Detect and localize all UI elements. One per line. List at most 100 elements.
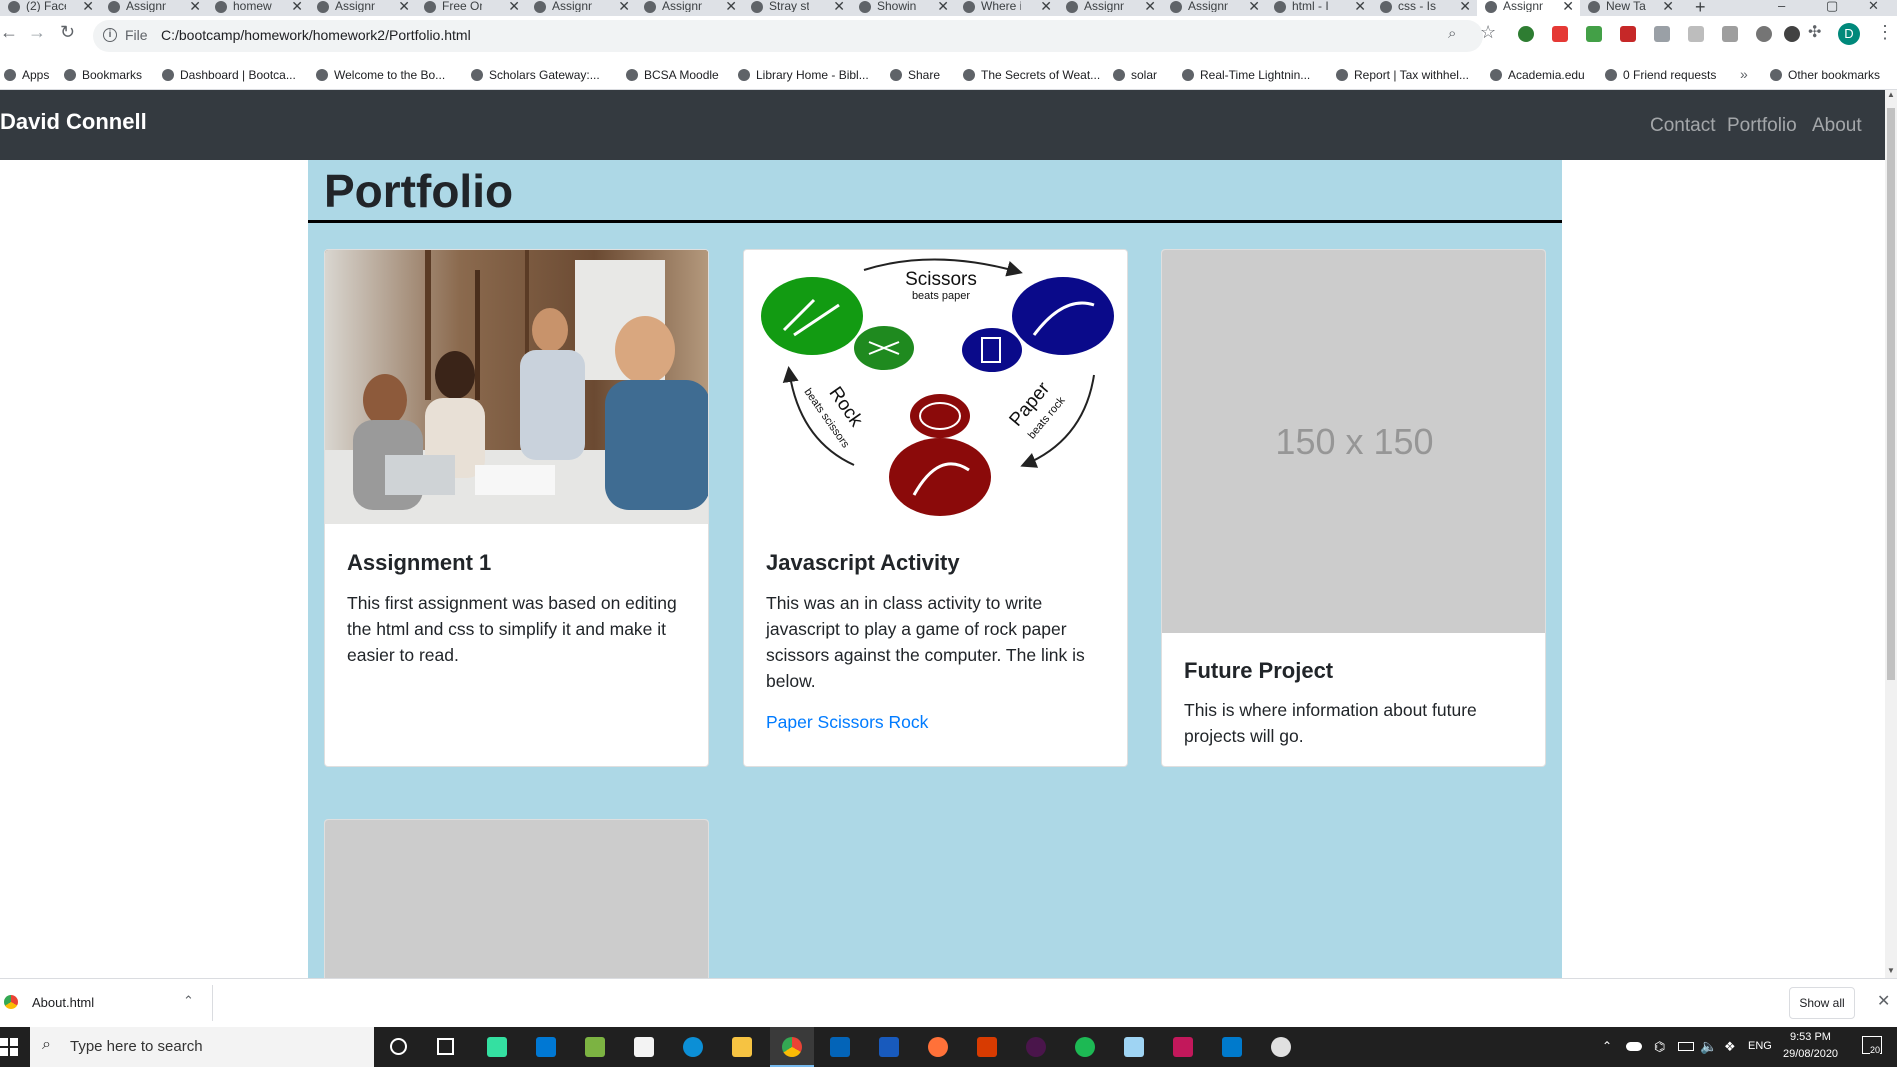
paint-icon[interactable] xyxy=(1271,1037,1291,1057)
cortana-icon[interactable] xyxy=(390,1038,407,1055)
scrollbar-thumb[interactable] xyxy=(1887,108,1895,680)
extension-icon[interactable] xyxy=(1586,26,1602,42)
chevron-up-icon[interactable]: ⌃ xyxy=(1602,1039,1612,1053)
slack-icon[interactable] xyxy=(1026,1037,1046,1057)
tab-close-icon[interactable]: ✕ xyxy=(1459,0,1471,13)
window-close-icon[interactable]: ✕ xyxy=(1868,0,1879,14)
extension-icon[interactable] xyxy=(1722,26,1738,42)
bookmark-item[interactable]: 0 Friend requests xyxy=(1605,68,1716,82)
navbar-brand[interactable]: David Connell xyxy=(0,109,147,135)
bookmark-item[interactable]: Scholars Gateway:... xyxy=(471,68,600,82)
reload-icon[interactable]: ↻ xyxy=(60,22,75,43)
extension-icon[interactable] xyxy=(1756,26,1772,42)
nav-link-about[interactable]: About xyxy=(1812,115,1862,137)
browser-tab[interactable]: homew ✕ xyxy=(207,0,309,16)
paper-scissors-rock-link[interactable]: Paper Scissors Rock xyxy=(766,712,928,733)
dropbox-icon[interactable]: ❖ xyxy=(1724,1039,1736,1055)
browser-tab[interactable]: (2) Face ✕ xyxy=(0,0,100,16)
tab-close-icon[interactable]: ✕ xyxy=(189,0,201,13)
tab-close-icon[interactable]: ✕ xyxy=(291,0,303,13)
bookmark-item[interactable]: BCSA Moodle xyxy=(626,68,719,82)
extension-icon[interactable] xyxy=(1784,26,1800,42)
tab-close-icon[interactable]: ✕ xyxy=(82,0,94,13)
clock-date[interactable]: 29/08/2020 xyxy=(1783,1048,1838,1060)
bookmark-item[interactable]: Apps xyxy=(4,68,49,82)
menu-icon[interactable]: ⋮ xyxy=(1876,22,1894,43)
close-icon[interactable]: ✕ xyxy=(1877,991,1890,1011)
file-explorer-icon[interactable] xyxy=(732,1037,752,1057)
tripadvisor-icon[interactable] xyxy=(487,1037,507,1057)
browser-tab[interactable]: Showin ✕ xyxy=(851,0,955,16)
browser-tab[interactable]: Where i ✕ xyxy=(955,0,1058,16)
extension-icon[interactable] xyxy=(1688,26,1704,42)
bookmark-item[interactable]: Bookmarks xyxy=(64,68,142,82)
tab-close-icon[interactable]: ✕ xyxy=(508,0,520,13)
bookmark-item[interactable]: Real-Time Lightnin... xyxy=(1182,68,1310,82)
dropbox-icon[interactable] xyxy=(1654,26,1670,42)
tab-close-icon[interactable]: ✕ xyxy=(618,0,630,13)
tab-close-icon[interactable]: ✕ xyxy=(398,0,410,13)
tab-close-icon[interactable]: ✕ xyxy=(1040,0,1052,13)
scroll-down-icon[interactable]: ▼ xyxy=(1887,966,1895,975)
extension-icon[interactable] xyxy=(1620,26,1636,42)
vscode-icon[interactable] xyxy=(1222,1037,1242,1057)
store-icon[interactable] xyxy=(634,1037,654,1057)
spotify-icon[interactable] xyxy=(1075,1037,1095,1057)
bookmark-item[interactable]: Welcome to the Bo... xyxy=(316,68,445,82)
app-icon[interactable] xyxy=(585,1037,605,1057)
taskbar-search[interactable]: ⌕ Type here to search xyxy=(30,1027,374,1067)
windows-start-icon[interactable] xyxy=(0,1038,18,1056)
bookmark-item[interactable]: Report | Tax withhel... xyxy=(1336,68,1469,82)
tab-close-icon[interactable]: ✕ xyxy=(1354,0,1366,13)
mail-icon[interactable] xyxy=(536,1037,556,1057)
maximize-icon[interactable]: ▢ xyxy=(1826,0,1838,14)
browser-tab[interactable]: New Tab ✕ xyxy=(1580,0,1680,16)
bookmark-item[interactable]: solar xyxy=(1113,68,1157,82)
bookmark-item[interactable]: Other bookmarks xyxy=(1770,68,1880,82)
browser-tab[interactable]: Stray st ✕ xyxy=(743,0,851,16)
tab-close-icon[interactable]: ✕ xyxy=(833,0,845,13)
extension-icon[interactable] xyxy=(1518,26,1534,42)
notepad-icon[interactable] xyxy=(1124,1037,1144,1057)
word-icon[interactable] xyxy=(879,1037,899,1057)
tab-close-icon[interactable]: ✕ xyxy=(725,0,737,13)
onedrive-icon[interactable] xyxy=(1626,1042,1642,1051)
address-bar[interactable]: i File C:/bootcamp/homework/homework2/Po… xyxy=(93,20,1483,52)
browser-tab[interactable]: Assignm ✕ xyxy=(1162,0,1266,16)
task-view-icon[interactable] xyxy=(437,1038,454,1055)
extension-icon[interactable] xyxy=(1552,26,1568,42)
scroll-up-icon[interactable]: ▲ xyxy=(1887,90,1895,99)
tab-close-icon[interactable]: ✕ xyxy=(937,0,949,13)
forward-icon[interactable]: → xyxy=(28,22,46,43)
outlook-icon[interactable] xyxy=(830,1037,850,1057)
office-icon[interactable] xyxy=(977,1037,997,1057)
browser-tab[interactable]: html - I ✕ xyxy=(1266,0,1372,16)
chrome-icon[interactable] xyxy=(770,1027,814,1067)
minimize-icon[interactable]: – xyxy=(1778,0,1785,13)
browser-tab[interactable]: Assignm ✕ xyxy=(526,0,636,16)
url-text[interactable]: C:/bootcamp/homework/homework2/Portfolio… xyxy=(161,27,471,43)
volume-icon[interactable]: 🔈 xyxy=(1700,1038,1717,1055)
bookmark-item[interactable]: The Secrets of Weat... xyxy=(963,68,1100,82)
show-all-button[interactable]: Show all xyxy=(1789,987,1855,1019)
powershell-icon[interactable] xyxy=(1173,1037,1193,1057)
star-icon[interactable]: ☆ xyxy=(1480,22,1496,43)
download-filename[interactable]: About.html xyxy=(32,995,94,1010)
language-indicator[interactable]: ENG xyxy=(1748,1040,1772,1052)
tab-close-icon[interactable]: ✕ xyxy=(1562,0,1574,13)
zoom-icon[interactable]: ⌕ xyxy=(1448,25,1456,42)
back-icon[interactable]: ← xyxy=(0,22,18,43)
new-tab-icon[interactable]: + xyxy=(1695,0,1706,16)
clock-time[interactable]: 9:53 PM xyxy=(1790,1031,1831,1043)
bookmark-item[interactable]: Academia.edu xyxy=(1490,68,1585,82)
page-scrollbar[interactable]: ▲ ▼ xyxy=(1885,90,1897,978)
more-bookmarks-icon[interactable]: » xyxy=(1740,66,1748,82)
extensions-puzzle-icon[interactable]: ✣ xyxy=(1808,22,1821,42)
edge-icon[interactable] xyxy=(683,1037,703,1057)
browser-tab[interactable]: Assignm ✕ xyxy=(100,0,207,16)
browser-tab[interactable]: Assignm ✕ xyxy=(1058,0,1162,16)
bookmark-item[interactable]: Library Home - Bibl... xyxy=(738,68,869,82)
profile-avatar[interactable]: D xyxy=(1838,23,1860,45)
browser-tab[interactable]: Assignm ✕ xyxy=(1477,0,1580,16)
tab-close-icon[interactable]: ✕ xyxy=(1248,0,1260,13)
